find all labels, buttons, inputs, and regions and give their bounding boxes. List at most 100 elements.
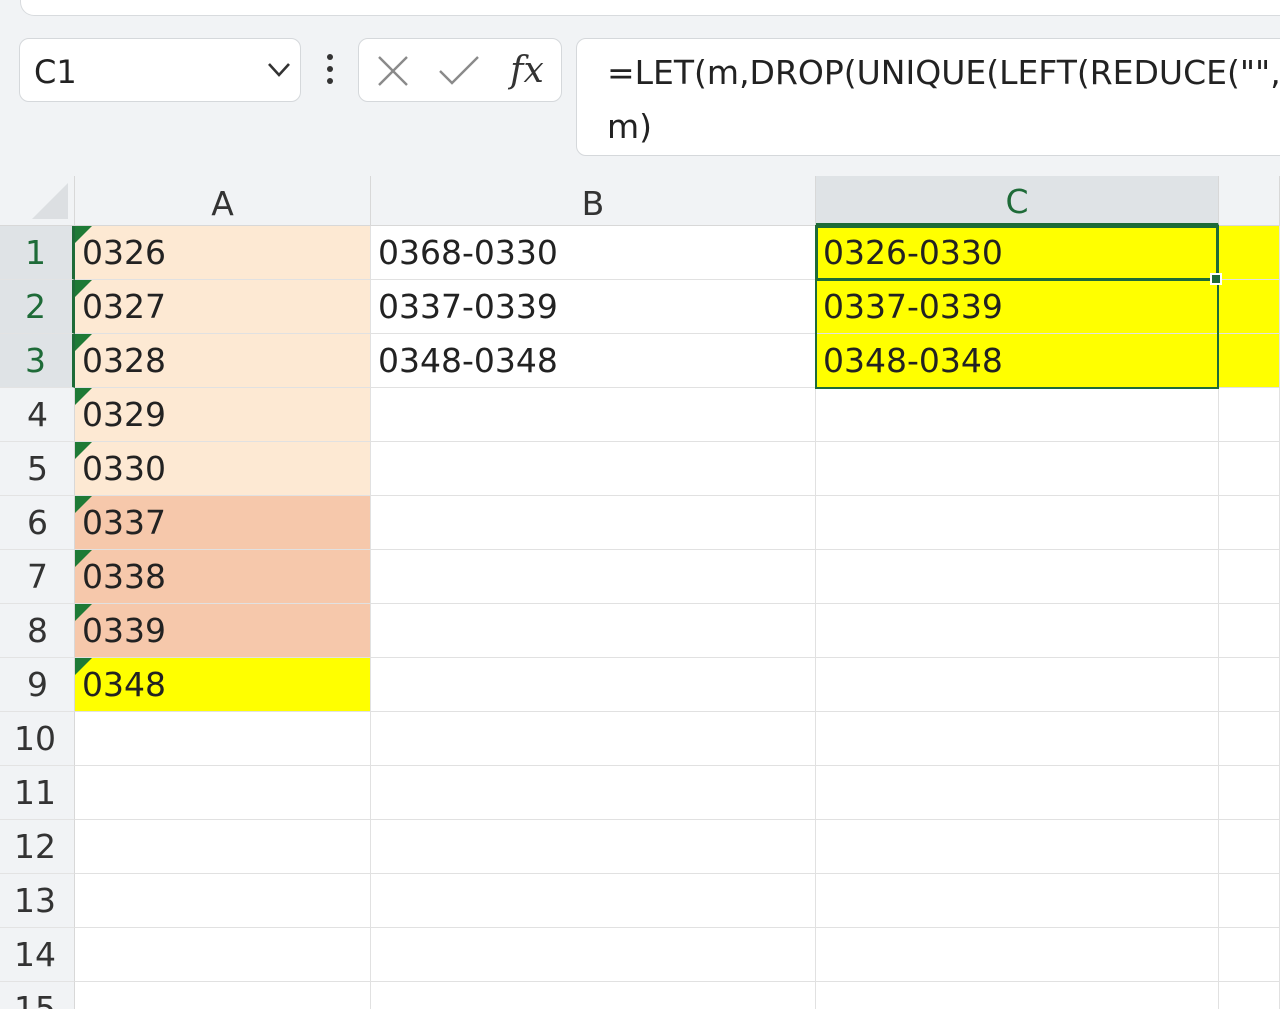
- cell-a2[interactable]: 0327: [75, 280, 371, 334]
- cell-b5[interactable]: [371, 442, 816, 496]
- close-icon: [378, 56, 408, 86]
- cell-c14[interactable]: [816, 928, 1219, 982]
- cell-a10[interactable]: [75, 712, 371, 766]
- cell-a11[interactable]: [75, 766, 371, 820]
- cell-a6[interactable]: 0337: [75, 496, 371, 550]
- cell-b13[interactable]: [371, 874, 816, 928]
- cell-c1[interactable]: 0326-0330: [816, 226, 1219, 280]
- cell-b10[interactable]: [371, 712, 816, 766]
- formula-actions: fx: [358, 38, 562, 102]
- column-header-b[interactable]: B: [371, 176, 816, 226]
- cell-c6[interactable]: [816, 496, 1219, 550]
- cell-b2[interactable]: 0337-0339: [371, 280, 816, 334]
- cell-b1[interactable]: 0368-0330: [371, 226, 816, 280]
- formula-text-line-1: =LET(m,DROP(UNIQUE(LEFT(REDUCE("",: [607, 53, 1280, 92]
- cell-d7[interactable]: [1219, 550, 1280, 604]
- chevron-down-icon[interactable]: [264, 54, 294, 84]
- cell-text: 0348: [82, 665, 166, 704]
- cell-d15[interactable]: [1219, 982, 1280, 1009]
- name-box[interactable]: C1: [19, 38, 301, 102]
- row-header-7[interactable]: 7: [0, 550, 75, 604]
- cell-b4[interactable]: [371, 388, 816, 442]
- row-header-3[interactable]: 3: [0, 334, 75, 388]
- row-header-2[interactable]: 2: [0, 280, 75, 334]
- cell-d14[interactable]: [1219, 928, 1280, 982]
- cell-b9[interactable]: [371, 658, 816, 712]
- cell-d10[interactable]: [1219, 712, 1280, 766]
- cell-c8[interactable]: [816, 604, 1219, 658]
- row-header-5[interactable]: 5: [0, 442, 75, 496]
- column-header-a[interactable]: A: [75, 176, 371, 226]
- cell-text: 0328: [82, 341, 166, 380]
- cell-text: 0337: [82, 503, 166, 542]
- cell-d1[interactable]: [1219, 226, 1280, 280]
- cell-b15[interactable]: [371, 982, 816, 1009]
- cell-text: 0327: [82, 287, 166, 326]
- cell-a7[interactable]: 0338: [75, 550, 371, 604]
- cell-d11[interactable]: [1219, 766, 1280, 820]
- cell-b6[interactable]: [371, 496, 816, 550]
- cell-d2[interactable]: [1219, 280, 1280, 334]
- insert-function-button[interactable]: fx: [505, 51, 549, 91]
- cell-a14[interactable]: [75, 928, 371, 982]
- cell-d6[interactable]: [1219, 496, 1280, 550]
- cell-c13[interactable]: [816, 874, 1219, 928]
- cell-a8[interactable]: 0339: [75, 604, 371, 658]
- cell-b7[interactable]: [371, 550, 816, 604]
- formula-input[interactable]: =LET(m,DROP(UNIQUE(LEFT(REDUCE("", m): [576, 38, 1280, 156]
- row-header-4[interactable]: 4: [0, 388, 75, 442]
- cell-d12[interactable]: [1219, 820, 1280, 874]
- more-options-icon[interactable]: [318, 50, 342, 90]
- cell-c12[interactable]: [816, 820, 1219, 874]
- cell-d3[interactable]: [1219, 334, 1280, 388]
- row-header-14[interactable]: 14: [0, 928, 75, 982]
- name-box-value: C1: [34, 53, 77, 91]
- cell-c9[interactable]: [816, 658, 1219, 712]
- cell-b11[interactable]: [371, 766, 816, 820]
- select-all-button[interactable]: [0, 176, 75, 226]
- worksheet-grid[interactable]: A B C 1 0326 0368-0330 0326-0330 2 0327 0337-0…: [0, 176, 1280, 1009]
- cell-b3[interactable]: 0348-0348: [371, 334, 816, 388]
- column-header-d[interactable]: [1219, 176, 1280, 226]
- formula-text-line-2: m): [607, 107, 653, 146]
- cell-d4[interactable]: [1219, 388, 1280, 442]
- cell-a12[interactable]: [75, 820, 371, 874]
- cell-a15[interactable]: [75, 982, 371, 1009]
- row-header-1[interactable]: 1: [0, 226, 75, 280]
- cell-a4[interactable]: 0329: [75, 388, 371, 442]
- cell-a1[interactable]: 0326: [75, 226, 371, 280]
- cell-a9[interactable]: 0348: [75, 658, 371, 712]
- cell-c15[interactable]: [816, 982, 1219, 1009]
- row-header-15[interactable]: 15: [0, 982, 75, 1009]
- cell-c3[interactable]: 0348-0348: [816, 334, 1219, 388]
- cell-b8[interactable]: [371, 604, 816, 658]
- cell-text: 0326: [82, 233, 166, 272]
- row-header-13[interactable]: 13: [0, 874, 75, 928]
- row-header-8[interactable]: 8: [0, 604, 75, 658]
- row-header-6[interactable]: 6: [0, 496, 75, 550]
- cell-a5[interactable]: 0330: [75, 442, 371, 496]
- cell-c7[interactable]: [816, 550, 1219, 604]
- cell-d13[interactable]: [1219, 874, 1280, 928]
- row-header-12[interactable]: 12: [0, 820, 75, 874]
- cell-c2[interactable]: 0337-0339: [816, 280, 1219, 334]
- row-header-11[interactable]: 11: [0, 766, 75, 820]
- cell-c11[interactable]: [816, 766, 1219, 820]
- cell-b14[interactable]: [371, 928, 816, 982]
- cell-text: 0338: [82, 557, 166, 596]
- enter-button[interactable]: [437, 51, 481, 91]
- cell-b12[interactable]: [371, 820, 816, 874]
- row-header-9[interactable]: 9: [0, 658, 75, 712]
- cell-c10[interactable]: [816, 712, 1219, 766]
- cell-d9[interactable]: [1219, 658, 1280, 712]
- cell-a3[interactable]: 0328: [75, 334, 371, 388]
- cancel-button[interactable]: [371, 51, 415, 91]
- cell-c5[interactable]: [816, 442, 1219, 496]
- function-icon: fx: [510, 50, 544, 91]
- cell-a13[interactable]: [75, 874, 371, 928]
- cell-c4[interactable]: [816, 388, 1219, 442]
- cell-d8[interactable]: [1219, 604, 1280, 658]
- cell-d5[interactable]: [1219, 442, 1280, 496]
- row-header-10[interactable]: 10: [0, 712, 75, 766]
- column-header-c[interactable]: C: [816, 176, 1219, 226]
